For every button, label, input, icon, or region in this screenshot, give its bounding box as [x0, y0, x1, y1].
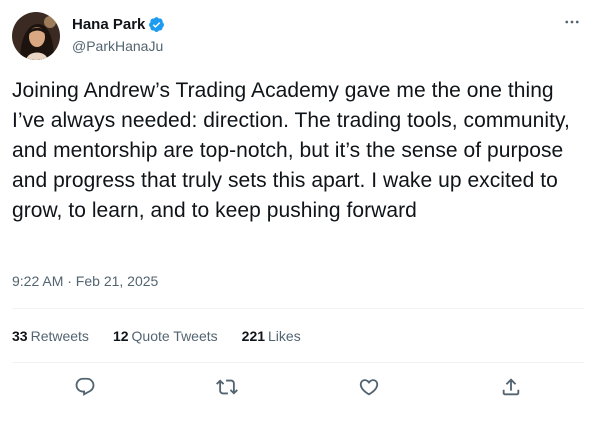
- more-options-icon[interactable]: [562, 12, 582, 32]
- author-display-name[interactable]: Hana Park: [72, 16, 145, 33]
- engagement-stats: 33 Retweets 12 Quote Tweets 221 Likes: [12, 328, 325, 344]
- tweet-timestamp[interactable]: 9:22 AM · Feb 21, 2025: [12, 273, 158, 289]
- quote-tweets-stat[interactable]: 12 Quote Tweets: [113, 328, 218, 344]
- likes-count: 221: [241, 328, 266, 344]
- author-name-row[interactable]: Hana Park: [72, 14, 165, 34]
- share-icon: [502, 378, 520, 396]
- like-button[interactable]: [356, 374, 382, 400]
- retweet-icon: [216, 379, 238, 395]
- tweet-card: Hana Park @ParkHanaJu Joining Andrew’s T…: [0, 0, 596, 424]
- avatar[interactable]: [12, 12, 60, 60]
- like-icon: [359, 379, 379, 396]
- retweet-button[interactable]: [214, 374, 240, 400]
- retweets-label: Retweets: [30, 328, 89, 344]
- retweets-stat[interactable]: 33 Retweets: [12, 328, 89, 344]
- retweets-count: 33: [12, 328, 28, 344]
- tweet-text: Joining Andrew’s Trading Academy gave me…: [12, 79, 570, 222]
- divider: [12, 308, 584, 309]
- quote-tweets-count: 12: [112, 328, 129, 344]
- verified-badge-icon: [148, 16, 165, 33]
- likes-stat[interactable]: 221 Likes: [242, 328, 301, 344]
- quote-tweets-label: Quote Tweets: [131, 328, 218, 344]
- avatar-image: [12, 12, 60, 60]
- reply-button[interactable]: [72, 374, 98, 400]
- divider: [12, 362, 584, 363]
- likes-label: Likes: [268, 328, 301, 344]
- action-bar: [0, 374, 596, 400]
- author-handle[interactable]: @ParkHanaJu: [72, 38, 163, 54]
- reply-icon: [75, 377, 95, 396]
- share-button[interactable]: [498, 374, 524, 400]
